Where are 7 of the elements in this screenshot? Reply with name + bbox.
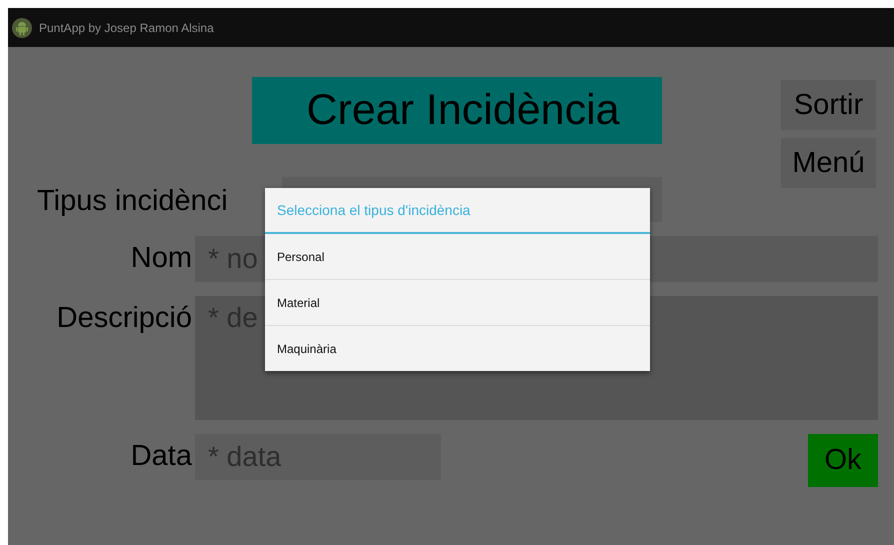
dialog-title: Selecciona el tipus d'incidència: [265, 188, 650, 234]
field-label: Data: [130, 439, 193, 473]
field-label: Descripció: [56, 301, 193, 335]
field-label: Nom: [130, 241, 193, 275]
field-label: Tipus incidènci: [37, 185, 229, 218]
app-title: PuntApp by Josep Ramon Alsina: [39, 20, 214, 34]
screen-title: Crear Incidència: [252, 77, 662, 144]
